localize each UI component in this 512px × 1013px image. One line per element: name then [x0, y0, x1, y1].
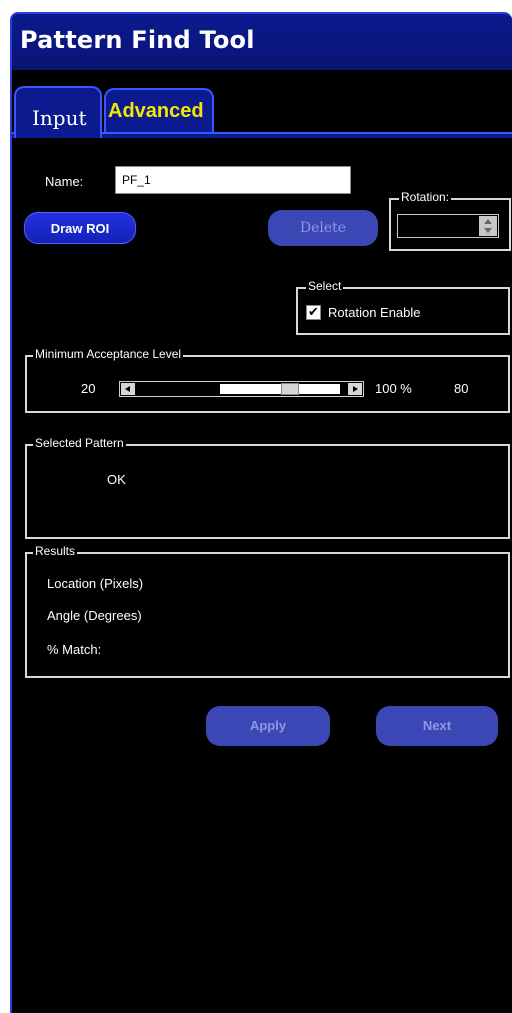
select-group: Select ✔ Rotation Enable — [296, 279, 510, 335]
pattern-status: OK — [107, 472, 126, 487]
window-title: Pattern Find Tool — [20, 26, 255, 54]
results-legend: Results — [33, 544, 78, 558]
rotation-legend: Rotation: — [399, 190, 452, 204]
slider-current-value: 80 — [454, 381, 469, 396]
name-field[interactable]: PF_1 — [115, 166, 351, 194]
result-location: Location (Pixels) — [47, 576, 144, 591]
apply-button[interactable]: Apply — [206, 706, 330, 746]
selected-pattern-legend: Selected Pattern — [33, 436, 126, 450]
rotation-spinbox[interactable] — [397, 214, 499, 238]
next-button[interactable]: Next — [376, 706, 498, 746]
rotation-group: Rotation: — [389, 190, 511, 251]
tab-input[interactable]: Input — [14, 86, 102, 138]
spin-arrows[interactable] — [479, 216, 497, 236]
select-legend: Select — [306, 279, 344, 293]
spin-up-icon[interactable] — [484, 219, 492, 224]
tab-advanced[interactable]: Advanced — [104, 88, 214, 132]
slider-thumb[interactable] — [280, 383, 299, 395]
result-match: % Match: — [47, 642, 102, 657]
min-acceptance-group: Minimum Acceptance Level 20 100 % 80 — [25, 347, 510, 413]
name-label: Name: — [45, 174, 84, 189]
rotation-enable-checkbox[interactable]: ✔ — [306, 305, 321, 320]
check-icon: ✔ — [308, 305, 319, 320]
result-angle: Angle (Degrees) — [47, 608, 142, 623]
title-bar: Pattern Find Tool — [12, 14, 512, 70]
slider-right-arrow-icon[interactable] — [348, 383, 362, 395]
pattern-find-panel: Pattern Find Tool Advanced Input Name: P… — [10, 12, 512, 1013]
spin-down-icon[interactable] — [484, 228, 492, 233]
delete-button[interactable]: Delete — [268, 210, 378, 246]
slider-min-value: 20 — [81, 381, 96, 396]
rotation-enable-label: Rotation Enable — [328, 305, 421, 320]
tab-advanced-label: Advanced — [108, 100, 204, 122]
min-acceptance-legend: Minimum Acceptance Level — [33, 347, 184, 361]
acceptance-slider[interactable] — [119, 381, 364, 397]
draw-roi-button[interactable]: Draw ROI — [24, 212, 136, 244]
results-group: Results Location (Pixels) Angle (Degrees… — [25, 544, 510, 678]
slider-max-value: 100 % — [375, 381, 412, 396]
slider-left-arrow-icon[interactable] — [121, 383, 135, 395]
selected-pattern-group: Selected Pattern OK — [25, 436, 510, 539]
tab-input-label: Input — [32, 106, 87, 130]
